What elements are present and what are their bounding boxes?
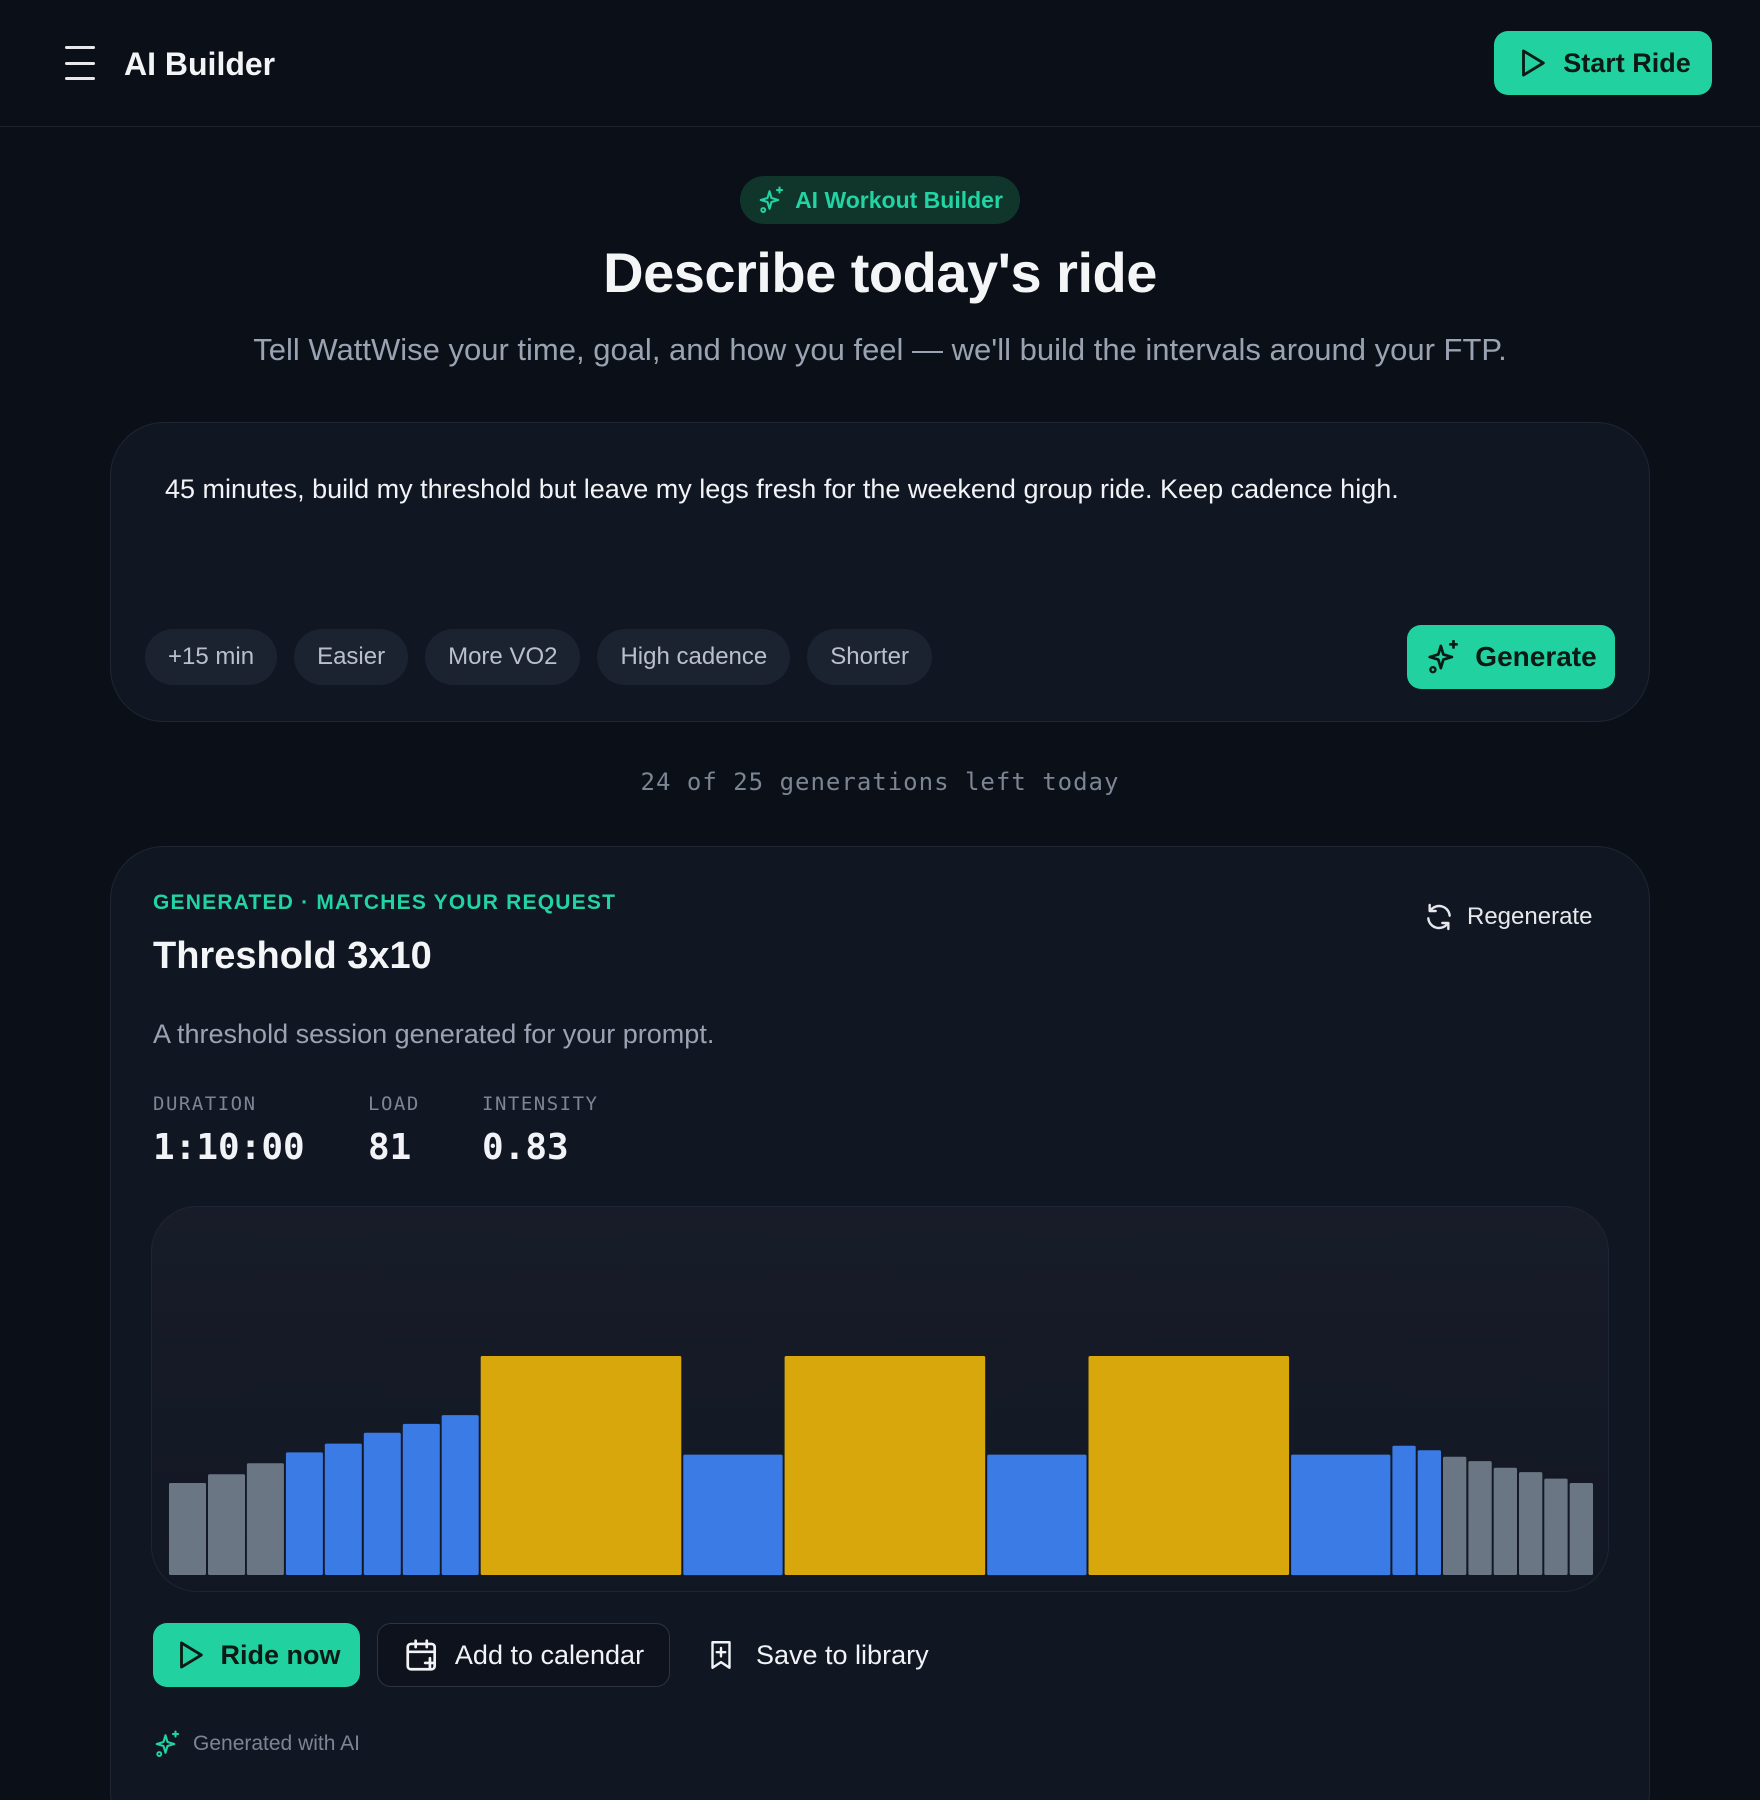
save-to-library-button[interactable]: Save to library xyxy=(704,1623,929,1687)
interval-bar-endurance xyxy=(1392,1445,1416,1575)
interval-bar-recovery xyxy=(1519,1472,1543,1575)
sparkles-icon xyxy=(155,1730,180,1757)
interval-bar-endurance xyxy=(324,1443,362,1575)
sparkles-icon xyxy=(759,186,784,213)
interval-bar-recovery xyxy=(1493,1467,1517,1575)
interval-bar-endurance xyxy=(683,1454,783,1576)
stat-value: 0.83 xyxy=(482,1127,569,1168)
ride-now-button[interactable]: Ride now xyxy=(153,1623,360,1687)
generated-with-ai-note: Generated with AI xyxy=(153,1729,360,1759)
interval-bar-threshold xyxy=(1088,1356,1290,1575)
page-subtitle: Tell WattWise your time, goal, and how y… xyxy=(253,332,1507,367)
generate-label: Generate xyxy=(1475,641,1597,672)
workout-profile-chart xyxy=(151,1206,1609,1592)
generated-with-ai-label: Generated with AI xyxy=(193,1732,360,1755)
add-to-calendar-label: Add to calendar xyxy=(454,1639,645,1670)
sparkles-icon xyxy=(1428,639,1459,674)
play-icon xyxy=(179,1641,203,1669)
interval-bar-endurance xyxy=(1417,1450,1441,1575)
menu-icon-line xyxy=(65,61,95,65)
chip-easier[interactable]: Easier xyxy=(294,629,409,685)
interval-bar-endurance xyxy=(402,1423,440,1575)
menu-icon[interactable] xyxy=(60,46,100,80)
menu-icon-line xyxy=(65,77,95,80)
badge-label: AI Workout Builder xyxy=(795,186,1003,213)
interval-bar-endurance xyxy=(363,1432,401,1575)
ai-workout-builder-badge: AI Workout Builder xyxy=(740,176,1020,224)
chip-high-cadence[interactable]: High cadence xyxy=(597,629,791,685)
stat-load: LOAD 81 xyxy=(368,1093,420,1168)
regenerate-button[interactable]: Regenerate xyxy=(1423,899,1592,935)
interval-bar-recovery xyxy=(1569,1483,1593,1575)
interval-bar-endurance xyxy=(987,1454,1087,1576)
stat-duration: DURATION 1:10:00 xyxy=(153,1093,305,1168)
interval-bar-recovery xyxy=(1443,1456,1467,1575)
interval-bar-recovery xyxy=(208,1474,245,1575)
stat-label: DURATION xyxy=(153,1093,257,1115)
save-to-library-label: Save to library xyxy=(756,1639,929,1670)
generate-button[interactable]: Generate xyxy=(1407,625,1615,689)
calendar-plus-icon xyxy=(406,1639,436,1671)
workout-title: Threshold 3x10 xyxy=(153,935,432,977)
interval-bar-endurance xyxy=(285,1452,323,1575)
action-bar: Ride now Add to calendar Save to library xyxy=(153,1623,929,1687)
page-title: Describe today's ride xyxy=(603,241,1157,304)
menu-icon-line xyxy=(65,46,95,49)
interval-bar-recovery xyxy=(1544,1478,1568,1575)
stat-value: 1:10:00 xyxy=(153,1127,305,1168)
generations-remaining: 24 of 25 generations left today xyxy=(640,768,1120,796)
interval-bar-threshold xyxy=(480,1356,682,1575)
stat-label: LOAD xyxy=(368,1093,420,1115)
chip-more-vo2[interactable]: More VO2 xyxy=(425,629,581,685)
stat-label: INTENSITY xyxy=(482,1093,599,1115)
workout-description: A threshold session generated for your p… xyxy=(153,1019,715,1049)
start-ride-label: Start Ride xyxy=(1563,47,1691,78)
interval-bar-recovery xyxy=(246,1463,284,1575)
chip-plus-15-min[interactable]: +15 min xyxy=(145,629,278,685)
top-bar: AI Builder Start Ride xyxy=(0,0,1760,127)
add-to-calendar-button[interactable]: Add to calendar xyxy=(377,1623,670,1687)
interval-bar-endurance xyxy=(441,1415,479,1575)
regenerate-label: Regenerate xyxy=(1467,903,1593,930)
prompt-card: 45 minutes, build my threshold but leave… xyxy=(110,422,1650,722)
start-ride-button[interactable]: Start Ride xyxy=(1494,31,1712,95)
interval-bar-recovery xyxy=(169,1483,206,1575)
ride-now-label: Ride now xyxy=(220,1639,341,1670)
play-icon xyxy=(1522,49,1545,77)
stat-value: 81 xyxy=(368,1127,412,1168)
app-title: AI Builder xyxy=(124,46,276,82)
workout-profile-svg xyxy=(169,1356,1593,1576)
result-kicker: GENERATED · MATCHES YOUR REQUEST xyxy=(153,891,617,914)
suggestion-chips: +15 min Easier More VO2 High cadence Sho… xyxy=(145,629,932,685)
result-card: GENERATED · MATCHES YOUR REQUEST Thresho… xyxy=(110,846,1650,1800)
chip-shorter[interactable]: Shorter xyxy=(807,629,932,685)
interval-bar-endurance xyxy=(1291,1454,1391,1576)
interval-bar-threshold xyxy=(784,1356,986,1575)
prompt-input[interactable]: 45 minutes, build my threshold but leave… xyxy=(165,469,1595,549)
refresh-icon xyxy=(1427,903,1451,931)
bookmark-plus-icon xyxy=(711,1641,731,1669)
stat-intensity: INTENSITY 0.83 xyxy=(482,1093,598,1168)
interval-bar-recovery xyxy=(1468,1461,1492,1575)
